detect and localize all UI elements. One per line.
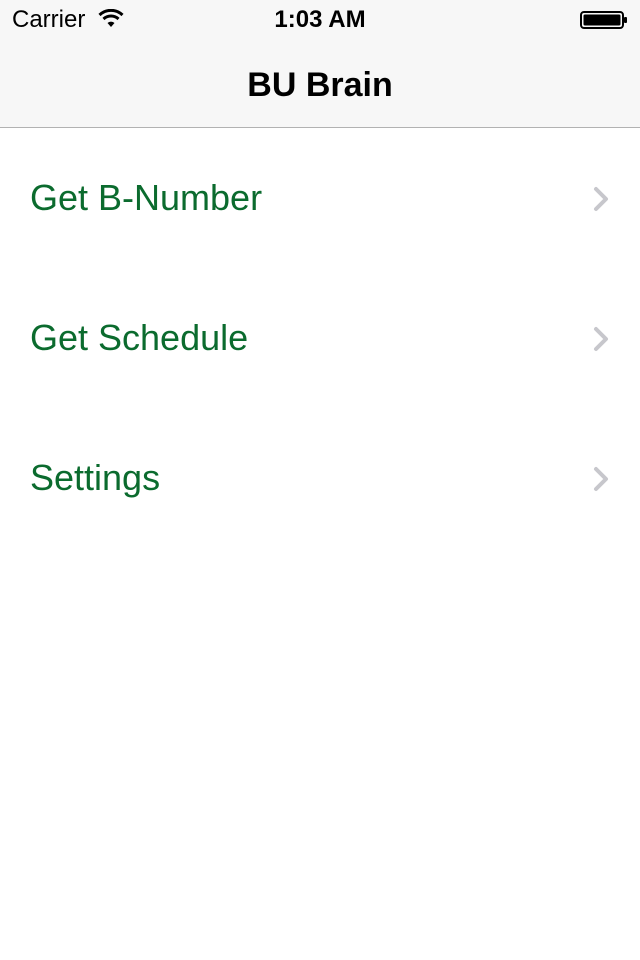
menu-item-get-schedule[interactable]: Get Schedule bbox=[0, 269, 640, 409]
menu-item-settings[interactable]: Settings bbox=[0, 409, 640, 549]
navigation-bar: BU Brain bbox=[0, 40, 640, 128]
menu-item-label: Settings bbox=[30, 457, 161, 498]
status-bar: Carrier 1:03 AM bbox=[0, 0, 640, 40]
page-title: BU Brain bbox=[247, 66, 393, 104]
menu-item-get-b-number[interactable]: Get B-Number bbox=[0, 129, 640, 269]
menu-list: Get B-Number Get Schedule Settings bbox=[0, 129, 640, 549]
chevron-right-icon bbox=[594, 187, 608, 211]
menu-item-label: Get Schedule bbox=[30, 317, 249, 358]
status-time: 1:03 AM bbox=[274, 6, 366, 33]
battery-icon bbox=[580, 11, 627, 29]
menu-item-label: Get B-Number bbox=[30, 177, 263, 218]
chevron-right-icon bbox=[594, 327, 608, 351]
top-bar: Carrier 1:03 AM BU Brain bbox=[0, 0, 640, 128]
screen: Carrier 1:03 AM BU Brain Get B-Number Ge… bbox=[0, 0, 640, 960]
chevron-right-icon bbox=[594, 467, 608, 491]
